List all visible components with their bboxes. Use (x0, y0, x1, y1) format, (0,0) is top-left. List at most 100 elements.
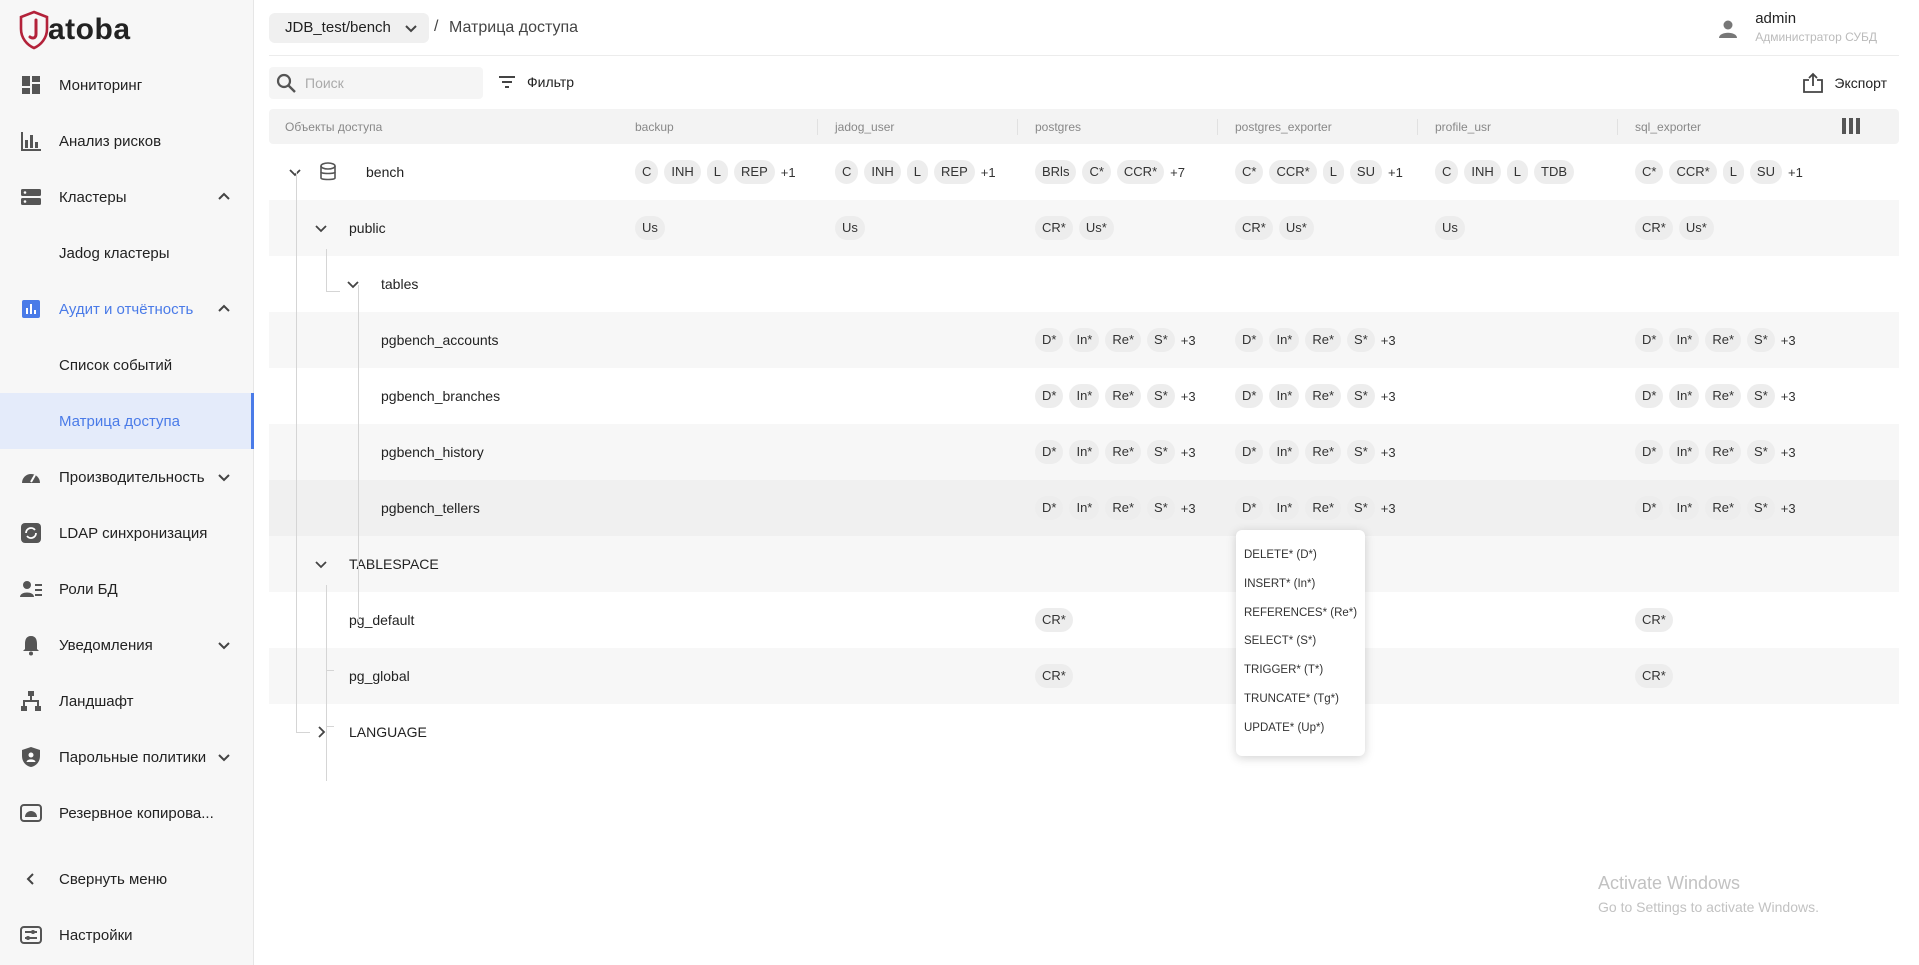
privilege-chip[interactable]: L (1722, 160, 1744, 184)
privilege-chip[interactable]: S* (1147, 496, 1175, 520)
privilege-chip[interactable]: C* (1635, 160, 1664, 184)
privilege-chip[interactable]: In* (1269, 440, 1300, 464)
column-divider[interactable] (1617, 119, 1618, 135)
privilege-chip[interactable]: D* (1235, 384, 1264, 408)
privilege-chip[interactable]: L (1506, 160, 1529, 184)
privilege-more-count[interactable]: +3 (1781, 445, 1796, 460)
privilege-more-count[interactable]: +7 (1170, 165, 1185, 180)
columns-icon[interactable] (1841, 117, 1861, 135)
privilege-chip[interactable]: L (906, 160, 929, 184)
chevron-down-icon[interactable] (216, 749, 232, 765)
privilege-chip[interactable]: D* (1635, 384, 1664, 408)
privilege-chip[interactable]: Us (835, 216, 865, 240)
privilege-chip[interactable]: CCR* (1116, 160, 1165, 184)
privilege-chip[interactable]: TDB (1534, 160, 1575, 184)
user-menu[interactable]: admin Администратор СУБД (1719, 10, 1877, 44)
privilege-chip[interactable]: CCR* (1669, 160, 1717, 184)
chevron-up-icon[interactable] (216, 301, 232, 317)
privilege-more-count[interactable]: +3 (1381, 389, 1396, 404)
privilege-chip[interactable]: CR* (1235, 216, 1273, 240)
sidebar-item-password-policies[interactable]: Парольные политики (0, 729, 254, 785)
privilege-chip[interactable]: CR* (1035, 608, 1073, 632)
privilege-chip[interactable]: SU (1749, 160, 1782, 184)
privilege-chip[interactable]: INH (864, 160, 901, 184)
column-header-postgres[interactable]: postgres (1035, 120, 1081, 134)
privilege-chip[interactable]: CR* (1035, 216, 1073, 240)
privilege-chip[interactable]: D* (1635, 328, 1664, 352)
privilege-chip[interactable]: In* (1669, 384, 1700, 408)
privilege-more-count[interactable]: +3 (1381, 333, 1396, 348)
privilege-chip[interactable]: C* (1235, 160, 1264, 184)
privilege-chip[interactable]: Us* (1078, 216, 1114, 240)
table-row[interactable]: pgbench_accounts D* In* Re* S* +3 D* In* Re* S* +3… (269, 312, 1899, 368)
privilege-chip[interactable]: Us* (1278, 216, 1314, 240)
privilege-chip[interactable]: S* (1147, 384, 1175, 408)
privilege-chip[interactable]: In* (1069, 384, 1100, 408)
table-row[interactable]: tables (269, 256, 1899, 312)
chevron-down-icon[interactable] (216, 637, 232, 653)
privilege-chip[interactable]: D* (1035, 384, 1064, 408)
table-row[interactable]: pg_global CR* CR* (269, 648, 1899, 704)
privilege-chip[interactable]: S* (1747, 496, 1775, 520)
privilege-chip[interactable]: CR* (1635, 608, 1673, 632)
privilege-chip[interactable]: Re* (1105, 384, 1142, 408)
sidebar-item-access-matrix[interactable]: Матрица доступа (0, 393, 254, 449)
privilege-chip[interactable]: S* (1347, 328, 1375, 352)
privilege-chip[interactable]: Re* (1105, 440, 1142, 464)
table-row[interactable]: public Us Us CR* Us* CR* Us* Us CR* Us* (269, 200, 1899, 256)
privilege-chip[interactable]: CR* (1035, 664, 1073, 688)
privilege-chip[interactable]: C (635, 160, 659, 184)
privilege-chip[interactable]: S* (1347, 440, 1375, 464)
table-row[interactable]: bench C INH L REP +1 C INH L REP +1 BRls C* CCR* +7 C* C… (269, 144, 1899, 200)
privilege-chip[interactable]: S* (1747, 440, 1775, 464)
sidebar-item-performance[interactable]: Производительность (0, 449, 254, 505)
sidebar-item-monitoring[interactable]: Мониторинг (0, 57, 254, 113)
privilege-chip[interactable]: D* (1235, 328, 1264, 352)
privilege-chip[interactable]: SU (1349, 160, 1382, 184)
column-divider[interactable] (1417, 119, 1418, 135)
sidebar-item-ldap-sync[interactable]: LDAP синхронизация (0, 505, 254, 561)
privilege-chip[interactable]: Re* (1305, 440, 1342, 464)
column-header-objects[interactable]: Объекты доступа (285, 120, 382, 134)
privilege-chip[interactable]: Us (635, 216, 665, 240)
privilege-chip[interactable]: In* (1269, 328, 1300, 352)
privilege-chip[interactable]: INH (1464, 160, 1501, 184)
privilege-chip[interactable]: Re* (1705, 328, 1742, 352)
column-divider[interactable] (1217, 119, 1218, 135)
column-header-jadog-user[interactable]: jadog_user (835, 120, 894, 134)
table-row[interactable]: LANGUAGE (269, 704, 1899, 760)
privilege-chip[interactable]: REP (934, 160, 975, 184)
privilege-chip[interactable]: Re* (1105, 496, 1142, 520)
privilege-chip[interactable]: S* (1147, 440, 1175, 464)
sidebar-item-audit[interactable]: Аудит и отчётность (0, 281, 254, 337)
jatoba-logo[interactable]: atoba (18, 8, 131, 52)
privilege-more-count[interactable]: +1 (1788, 165, 1803, 180)
privilege-chip[interactable]: S* (1347, 496, 1375, 520)
column-divider[interactable] (1017, 119, 1018, 135)
privilege-chip[interactable]: Re* (1305, 496, 1342, 520)
privilege-chip[interactable]: D* (1635, 496, 1664, 520)
chevron-up-icon[interactable] (216, 189, 232, 205)
privilege-chip[interactable]: D* (1035, 440, 1064, 464)
privilege-chip[interactable]: Re* (1305, 328, 1342, 352)
privilege-more-count[interactable]: +3 (1781, 333, 1796, 348)
privilege-chip[interactable]: In* (1069, 328, 1100, 352)
sidebar-item-backup[interactable]: Резервное копирова... (0, 785, 254, 841)
table-row[interactable]: pgbench_tellers D* In* Re* S* +3 D* In* Re* S* +3 D… (269, 480, 1899, 536)
privilege-more-count[interactable]: +3 (1781, 389, 1796, 404)
privilege-chip[interactable]: C (1435, 160, 1459, 184)
sidebar-item-db-roles[interactable]: Роли БД (0, 561, 254, 617)
column-header-sql-exporter[interactable]: sql_exporter (1635, 120, 1701, 134)
sidebar-item-risk-analysis[interactable]: Анализ рисков (0, 113, 254, 169)
export-button[interactable]: Экспорт (1802, 72, 1887, 94)
table-row[interactable]: pgbench_branches D* In* Re* S* +3 D* In* Re* S* +3… (269, 368, 1899, 424)
chevron-down-icon[interactable] (216, 469, 232, 485)
privilege-chip[interactable]: C (835, 160, 859, 184)
privilege-chip[interactable]: Re* (1705, 384, 1742, 408)
privilege-chip[interactable]: S* (1747, 328, 1775, 352)
privilege-chip[interactable]: In* (1269, 496, 1300, 520)
privilege-chip[interactable]: L (706, 160, 729, 184)
sidebar-item-settings[interactable]: Настройки (0, 907, 254, 963)
privilege-chip[interactable]: D* (1235, 440, 1264, 464)
privilege-chip[interactable]: In* (1069, 496, 1100, 520)
